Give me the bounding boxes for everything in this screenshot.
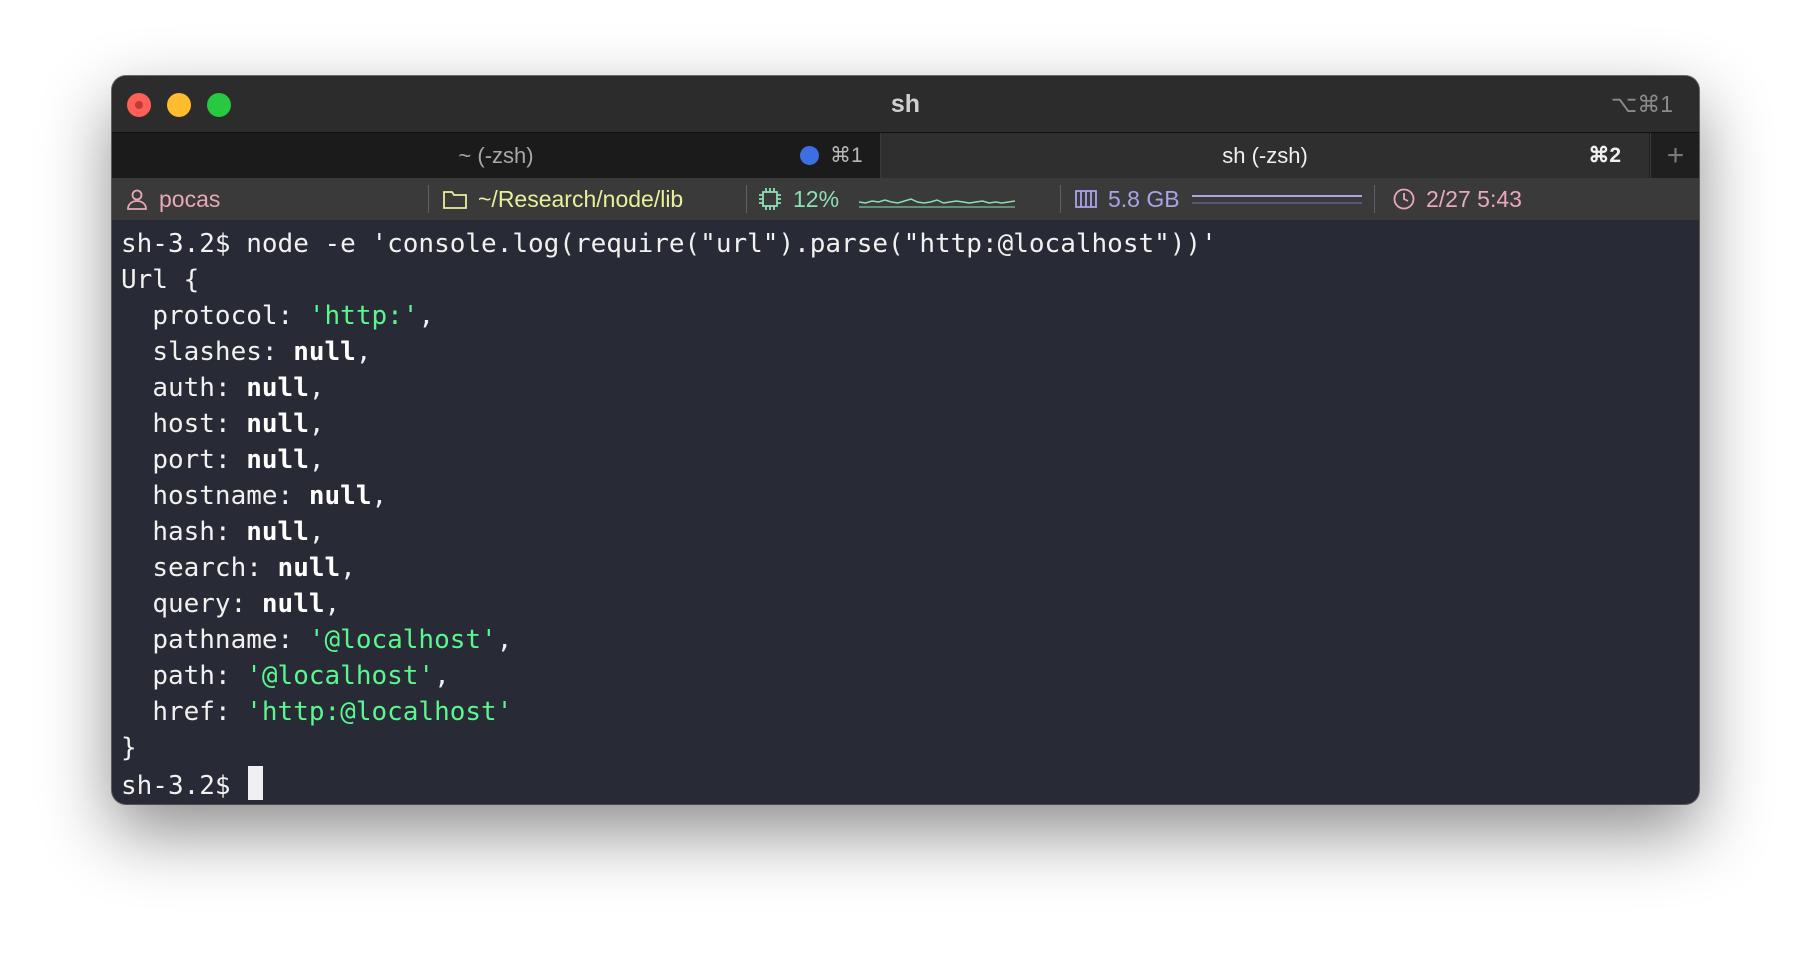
property-value: null [293, 337, 356, 367]
final-prompt-line: sh-3.2$ [121, 766, 1699, 802]
object-close: } [121, 733, 137, 763]
tab-shortcut: ⌘1 [830, 144, 863, 167]
prompt: sh-3.2$ [121, 771, 247, 801]
property-line: query: null, [152, 589, 341, 619]
date-time: 2/27 5:43 [1426, 185, 1522, 212]
memory-usage: 5.8 GB [1108, 185, 1180, 212]
property-line: slashes: null, [152, 337, 372, 367]
command: node -e 'console.log(require("url").pars… [246, 229, 1217, 259]
cpu-sparkline-line [859, 198, 1016, 204]
tab-bar: ~ (-zsh) ⌘1 sh (-zsh) ⌘2 + [112, 132, 1699, 178]
user-icon [125, 187, 149, 211]
clock-icon [1392, 187, 1416, 211]
property-value: null [246, 409, 309, 439]
property-key: query [152, 589, 231, 619]
status-path[interactable]: ~/Research/node/lib [442, 178, 683, 220]
property-line: port: null, [152, 445, 325, 475]
status-user[interactable]: pocas [125, 178, 220, 220]
tab-label: sh (-zsh) [1222, 142, 1308, 168]
window-shortcut: ⌥⌘1 [1610, 91, 1673, 117]
property-value: null [277, 553, 341, 583]
username: pocas [159, 185, 221, 212]
status-memory[interactable]: 5.8 GB [1074, 178, 1362, 220]
plus-icon: + [1666, 138, 1685, 172]
object-properties: protocol: 'http:', slashes: null, auth: … [121, 298, 1699, 730]
property-key: pathname [152, 625, 278, 655]
cpu-sparkline [859, 198, 1016, 208]
property-value: null [246, 445, 309, 475]
property-value: null [246, 517, 309, 547]
tab-label: ~ (-zsh) [458, 142, 534, 168]
property-line: path: '@localhost', [152, 661, 450, 691]
property-line: pathname: '@localhost', [152, 625, 513, 655]
terminal-output[interactable]: sh-3.2$ node -e 'console.log(require("ur… [121, 226, 1699, 804]
property-line: protocol: 'http:', [152, 301, 435, 331]
current-path: ~/Research/node/lib [478, 185, 684, 212]
window-title: sh [890, 90, 921, 118]
cpu-icon [757, 186, 783, 212]
command-line: sh-3.2$ node -e 'console.log(require("ur… [121, 226, 1699, 262]
tab-zsh-home[interactable]: ~ (-zsh) ⌘1 [112, 133, 881, 178]
memory-graph [1191, 195, 1362, 204]
cpu-usage: 12% [793, 185, 840, 212]
tab-sh[interactable]: sh (-zsh) ⌘2 [881, 133, 1649, 178]
property-key: protocol [152, 301, 278, 331]
property-value: '@localhost' [246, 661, 435, 691]
folder-icon [442, 188, 468, 210]
property-line: href: 'http:@localhost' [152, 697, 513, 727]
property-key: href [152, 697, 215, 727]
tab-shortcut: ⌘2 [1588, 144, 1621, 167]
terminal-window: sh ⌥⌘1 ~ (-zsh) ⌘1 sh (-zsh) ⌘2 + pocas [112, 76, 1699, 804]
property-key: search [152, 553, 247, 583]
property-key: auth [152, 373, 215, 403]
object-open: Url { [121, 265, 200, 295]
status-clock[interactable]: 2/27 5:43 [1392, 178, 1522, 220]
property-line: search: null, [152, 553, 356, 583]
property-value: '@localhost' [308, 625, 497, 655]
status-cpu[interactable]: 12% [757, 178, 1016, 220]
property-value: null [246, 373, 309, 403]
property-key: hash [152, 517, 215, 547]
property-key: slashes [152, 337, 262, 367]
property-key: host [152, 409, 215, 439]
property-value: 'http:@localhost' [246, 697, 513, 727]
property-value: null [308, 481, 372, 511]
property-value: null [261, 589, 325, 619]
activity-indicator-icon [800, 146, 819, 165]
property-line: hostname: null, [152, 481, 388, 511]
property-line: host: null, [152, 409, 325, 439]
text-cursor [248, 766, 264, 800]
new-tab-button[interactable]: + [1650, 133, 1699, 178]
property-value: 'http:' [308, 301, 419, 331]
memory-icon [1074, 188, 1098, 210]
status-bar: pocas ~/Research/node/lib 12% 5.8 GB 2/2… [112, 178, 1699, 220]
property-line: hash: null, [152, 517, 325, 547]
title-bar[interactable]: sh ⌥⌘1 [112, 76, 1699, 132]
prompt: sh-3.2$ [121, 229, 247, 259]
property-key: hostname [152, 481, 278, 511]
property-key: path [152, 661, 215, 691]
property-key: port [152, 445, 215, 475]
property-line: auth: null, [152, 373, 325, 403]
